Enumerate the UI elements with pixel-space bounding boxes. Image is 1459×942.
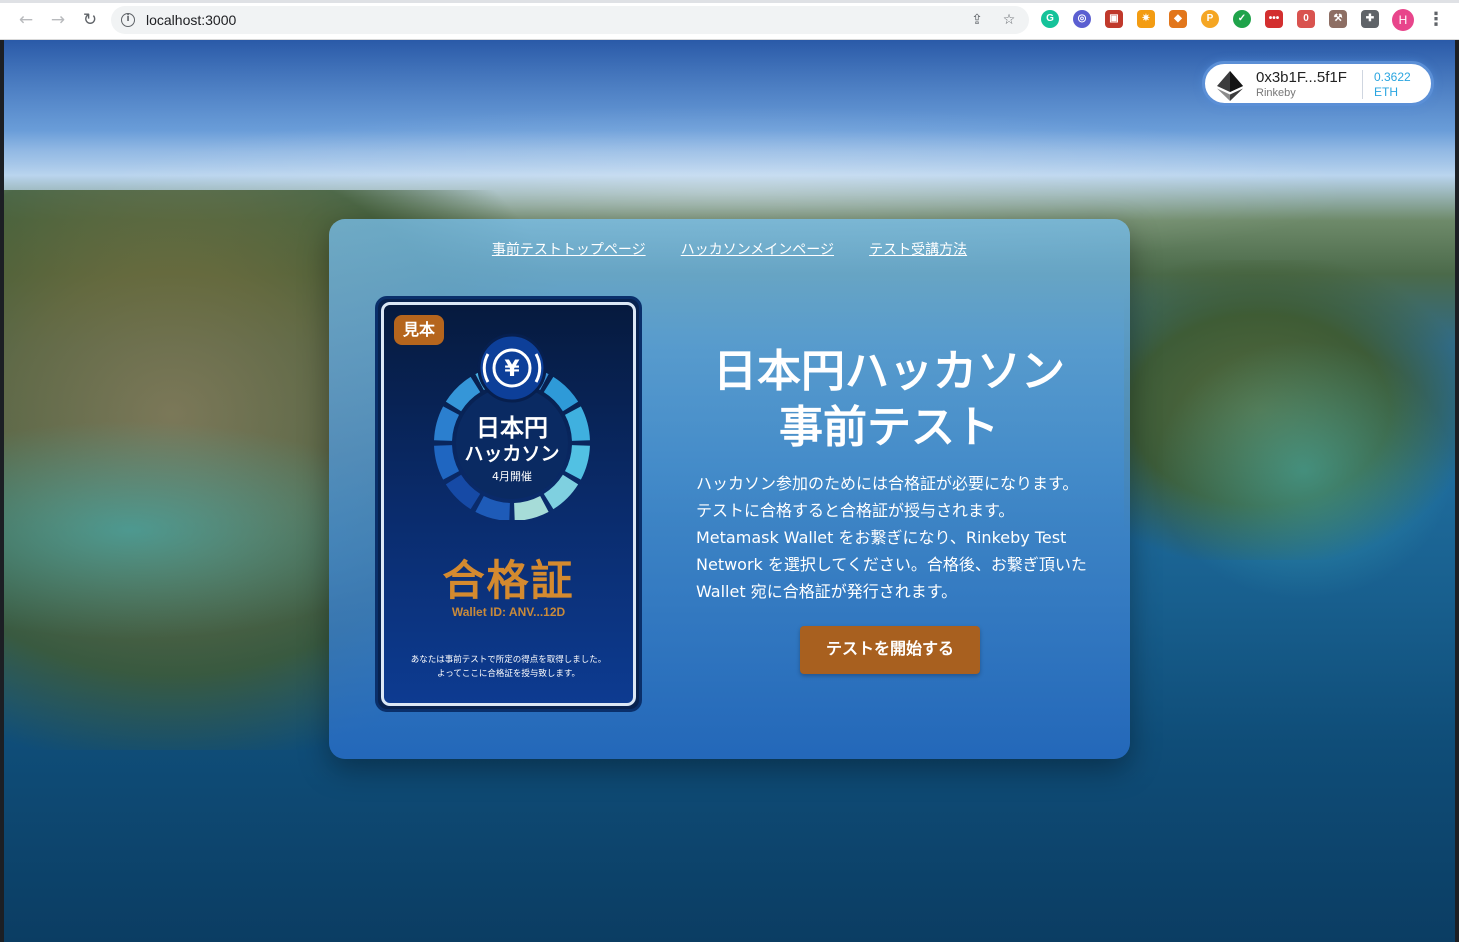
metamask-icon[interactable]: ◆	[1169, 10, 1187, 28]
start-test-button[interactable]: テストを開始する	[800, 626, 980, 674]
reload-icon[interactable]: ↻	[79, 9, 101, 31]
logo-ring-segment	[475, 495, 510, 520]
ext-circle-icon[interactable]: ◎	[1073, 10, 1091, 28]
wallet-address: 0x3b1F...5f1F	[1256, 69, 1347, 86]
page-description: ハッカソン参加のためには合格証が必要になります。テストに合格すると合格証が授与さ…	[696, 474, 1087, 601]
wallet-divider	[1362, 70, 1363, 99]
logo-line-3: 4月開催	[492, 469, 532, 483]
ext-check-icon[interactable]: ✓	[1233, 10, 1251, 28]
nav-link-hackathon-main[interactable]: ハッカソンメインページ	[681, 239, 834, 259]
ext-red-icon[interactable]: ▣	[1105, 10, 1123, 28]
tab-strip-edge	[0, 0, 1459, 3]
ext-tool-icon[interactable]: ⚒	[1329, 10, 1347, 28]
back-icon[interactable]: ←	[15, 9, 37, 31]
logo-ring-segment	[514, 495, 549, 520]
puzzle-icon[interactable]: ✚	[1361, 10, 1379, 28]
address-bar[interactable]: i localhost:3000 ⇪ ☆	[111, 6, 1029, 34]
certificate-message: あなたは事前テストで所定の得点を取得しました。 よってここに合格証を授与致します…	[384, 653, 633, 681]
profile-avatar[interactable]: H	[1392, 9, 1414, 31]
wallet-network: Rinkeby	[1256, 87, 1296, 99]
logo-line-1: 日本円	[476, 414, 548, 442]
certificate-sample: 見本 ¥ 日本円 ハッカソン 4月開催 合格証 Wallet ID: ANV..…	[375, 296, 642, 712]
share-icon[interactable]: ⇪	[968, 11, 986, 29]
logo-ring-segment	[434, 445, 460, 480]
background-shallows-east	[1154, 340, 1454, 600]
page-title-line-2: 事前テスト	[779, 402, 999, 453]
logo-ring-segment	[564, 406, 590, 441]
url-text[interactable]: localhost:3000	[146, 12, 236, 28]
page-viewport: 0x3b1F...5f1F Rinkeby 0.3622 ETH 事前テストトッ…	[4, 40, 1455, 942]
page-title: 日本円ハッカソン 事前テスト	[674, 344, 1104, 456]
ext-badge-icon[interactable]: 0	[1297, 10, 1315, 28]
ext-dots-icon[interactable]: •••	[1265, 10, 1283, 28]
certificate-message-line-1: あなたは事前テストで所定の得点を取得しました。	[410, 655, 607, 665]
grammarly-icon[interactable]: G	[1041, 10, 1059, 28]
certificate-title: 合格証	[442, 556, 575, 605]
ext-spark-icon[interactable]: ✷	[1137, 10, 1155, 28]
ext-orange-icon[interactable]: P	[1201, 10, 1219, 28]
page-title-line-1: 日本円ハッカソン	[713, 346, 1065, 397]
certificate-message-line-2: よってここに合格証を授与致します。	[437, 669, 580, 679]
certificate-wallet-id: Wallet ID: ANV...12D	[451, 605, 566, 619]
nav-link-pretest-top[interactable]: 事前テストトップページ	[492, 239, 646, 259]
site-info-icon[interactable]: i	[121, 13, 135, 27]
logo-ring-segment	[564, 445, 590, 480]
browser-menu-icon[interactable]: ⋮	[1427, 9, 1445, 31]
bookmark-star-icon[interactable]: ☆	[1000, 11, 1018, 29]
wallet-balance-unit: ETH	[1374, 85, 1398, 99]
top-nav: 事前テストトップページ ハッカソンメインページ テスト受講方法	[329, 239, 1130, 259]
forward-icon[interactable]: →	[47, 9, 69, 31]
ethereum-icon	[1217, 71, 1243, 101]
main-card: 事前テストトップページ ハッカソンメインページ テスト受講方法 見本 ¥ 日本円…	[329, 219, 1130, 759]
wallet-balance: 0.3622	[1374, 70, 1411, 84]
browser-toolbar: ← → ↻ i localhost:3000 ⇪ ☆ G ◎ ▣ ✷ ◆ P ✓ ••• 0 ⚒ ✚…	[0, 0, 1459, 40]
nav-link-test-instructions[interactable]: テスト受講方法	[869, 239, 967, 259]
certificate-frame: 見本 ¥ 日本円 ハッカソン 4月開催 合格証 Wallet ID: ANV..…	[381, 302, 636, 706]
hackathon-logo: ¥ 日本円 ハッカソン 4月開催	[434, 333, 590, 520]
logo-ring-segment	[434, 406, 460, 441]
yen-symbol: ¥	[504, 357, 520, 382]
wallet-connection-pill[interactable]: 0x3b1F...5f1F Rinkeby 0.3622 ETH	[1202, 61, 1434, 106]
logo-line-2: ハッカソン	[464, 443, 559, 465]
